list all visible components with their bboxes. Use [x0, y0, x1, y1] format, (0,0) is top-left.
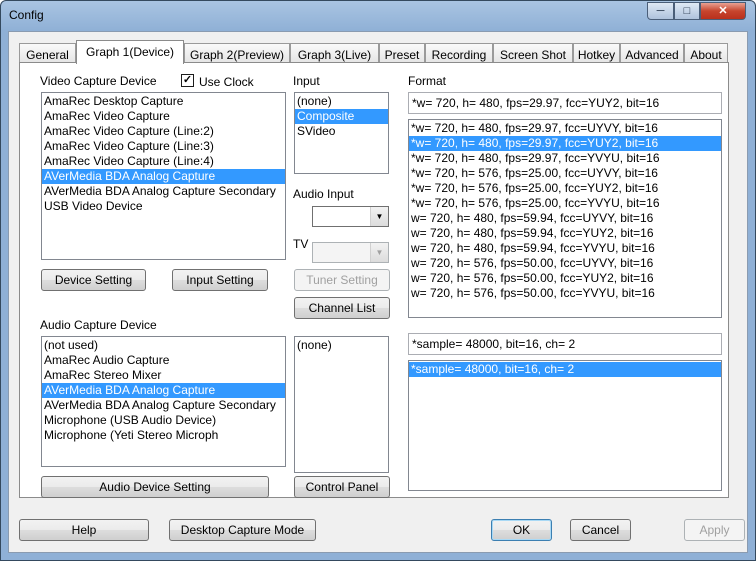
desktop-capture-mode-button[interactable]: Desktop Capture Mode [169, 519, 316, 541]
format-label: Format [408, 74, 447, 88]
audio-device-item[interactable]: Microphone (USB Audio Device) [42, 413, 285, 428]
audio-format-current-field[interactable]: *sample= 48000, bit=16, ch= 2 [408, 333, 722, 355]
audio-device-item[interactable]: AVerMedia BDA Analog Capture [42, 383, 285, 398]
tab-graph-2-preview[interactable]: Graph 2(Preview) [184, 43, 290, 63]
apply-button[interactable]: Apply [684, 519, 745, 541]
video-device-item[interactable]: AVerMedia BDA Analog Capture Secondary [42, 184, 285, 199]
input-item[interactable]: SVideo [295, 124, 388, 139]
input-setting-button[interactable]: Input Setting [172, 269, 268, 291]
window-title: Config [9, 8, 44, 22]
format-item[interactable]: *w= 720, h= 480, fps=29.97, fcc=YVYU, bi… [409, 151, 721, 166]
tab-screen-shot[interactable]: Screen Shot [493, 43, 573, 63]
video-device-item[interactable]: AVerMedia BDA Analog Capture [42, 169, 285, 184]
tab-graph-3-live[interactable]: Graph 3(Live) [290, 43, 379, 63]
tab-recording[interactable]: Recording [425, 43, 493, 63]
audio-device-item[interactable]: AmaRec Audio Capture [42, 353, 285, 368]
audio-input-item[interactable]: (none) [295, 338, 388, 353]
format-item[interactable]: w= 720, h= 576, fps=50.00, fcc=UYVY, bit… [409, 256, 721, 271]
audio-device-item[interactable]: (not used) [42, 338, 285, 353]
video-device-item[interactable]: AmaRec Video Capture (Line:2) [42, 124, 285, 139]
format-item[interactable]: *w= 720, h= 480, fps=29.97, fcc=UYVY, bi… [409, 121, 721, 136]
minimize-icon[interactable]: ─ [647, 2, 674, 20]
tab-graph-1-device[interactable]: Graph 1(Device) [76, 40, 184, 64]
tuner-setting-button[interactable]: Tuner Setting [294, 269, 390, 291]
channel-list-button[interactable]: Channel List [294, 297, 390, 319]
ok-button[interactable]: OK [491, 519, 552, 541]
format-item[interactable]: w= 720, h= 480, fps=59.94, fcc=YVYU, bit… [409, 241, 721, 256]
video-capture-device-label: Video Capture Device [40, 74, 157, 88]
audio-device-setting-button[interactable]: Audio Device Setting [41, 476, 269, 498]
dialog-body: General Graph 1(Device) Graph 2(Preview)… [8, 31, 748, 553]
device-setting-button[interactable]: Device Setting [41, 269, 146, 291]
chevron-down-icon: ▼ [370, 207, 388, 226]
tab-about[interactable]: About [684, 43, 728, 63]
help-button[interactable]: Help [19, 519, 149, 541]
video-device-item[interactable]: AmaRec Video Capture [42, 109, 285, 124]
video-device-item[interactable]: AmaRec Video Capture (Line:4) [42, 154, 285, 169]
audio-device-item[interactable]: AmaRec Stereo Mixer [42, 368, 285, 383]
tv-select[interactable]: ▼ [312, 242, 389, 263]
format-list[interactable]: *w= 720, h= 480, fps=29.97, fcc=UYVY, bi… [408, 119, 722, 318]
use-clock-checkbox[interactable]: ✓ [181, 74, 194, 87]
format-current-field[interactable]: *w= 720, h= 480, fps=29.97, fcc=YUY2, bi… [408, 92, 722, 114]
chevron-down-icon: ▼ [370, 243, 388, 262]
audio-capture-device-label: Audio Capture Device [40, 318, 157, 332]
tab-preset[interactable]: Preset [379, 43, 425, 63]
close-icon[interactable]: ✕ [700, 2, 746, 20]
format-item[interactable]: *w= 720, h= 576, fps=25.00, fcc=YVYU, bi… [409, 196, 721, 211]
tab-advanced[interactable]: Advanced [620, 43, 684, 63]
tab-general[interactable]: General [19, 43, 76, 63]
format-item[interactable]: w= 720, h= 480, fps=59.94, fcc=YUY2, bit… [409, 226, 721, 241]
video-device-list[interactable]: AmaRec Desktop Capture AmaRec Video Captu… [41, 92, 286, 260]
video-device-item[interactable]: AmaRec Desktop Capture [42, 94, 285, 109]
audio-format-list[interactable]: *sample= 48000, bit=16, ch= 2 [408, 360, 722, 491]
tv-label: TV [293, 237, 309, 251]
format-item[interactable]: w= 720, h= 576, fps=50.00, fcc=YVYU, bit… [409, 286, 721, 301]
input-label: Input [293, 74, 320, 88]
graph-1-device-panel: Video Capture Device ✓ Use Clock AmaRec … [19, 62, 729, 498]
audio-device-item[interactable]: AVerMedia BDA Analog Capture Secondary [42, 398, 285, 413]
input-item[interactable]: (none) [295, 94, 388, 109]
audio-device-list[interactable]: (not used) AmaRec Audio Capture AmaRec Ste… [41, 336, 286, 467]
format-item[interactable]: w= 720, h= 576, fps=50.00, fcc=YUY2, bit… [409, 271, 721, 286]
cancel-button[interactable]: Cancel [570, 519, 631, 541]
video-device-item[interactable]: AmaRec Video Capture (Line:3) [42, 139, 285, 154]
format-item[interactable]: *w= 720, h= 576, fps=25.00, fcc=UYVY, bi… [409, 166, 721, 181]
audio-input-label: Audio Input [293, 187, 354, 201]
use-clock-label: Use Clock [199, 75, 254, 89]
audio-format-item[interactable]: *sample= 48000, bit=16, ch= 2 [409, 362, 721, 377]
title-bar[interactable]: Config ─ □ ✕ [1, 1, 755, 31]
audio-input-list[interactable]: (none) [294, 336, 389, 473]
tab-hotkey[interactable]: Hotkey [573, 43, 620, 63]
input-item[interactable]: Composite [295, 109, 388, 124]
video-device-item[interactable]: USB Video Device [42, 199, 285, 214]
audio-device-item[interactable]: Microphone (Yeti Stereo Microph [42, 428, 285, 443]
format-item[interactable]: *w= 720, h= 480, fps=29.97, fcc=YUY2, bi… [409, 136, 721, 151]
input-list[interactable]: (none) Composite SVideo [294, 92, 389, 174]
config-window: Config ─ □ ✕ General Graph 1(Device) Gra… [0, 0, 756, 561]
control-panel-button[interactable]: Control Panel [294, 476, 390, 498]
audio-input-select[interactable]: ▼ [312, 206, 389, 227]
format-item[interactable]: *w= 720, h= 576, fps=25.00, fcc=YUY2, bi… [409, 181, 721, 196]
maximize-icon[interactable]: □ [674, 2, 700, 20]
format-item[interactable]: w= 720, h= 480, fps=59.94, fcc=UYVY, bit… [409, 211, 721, 226]
